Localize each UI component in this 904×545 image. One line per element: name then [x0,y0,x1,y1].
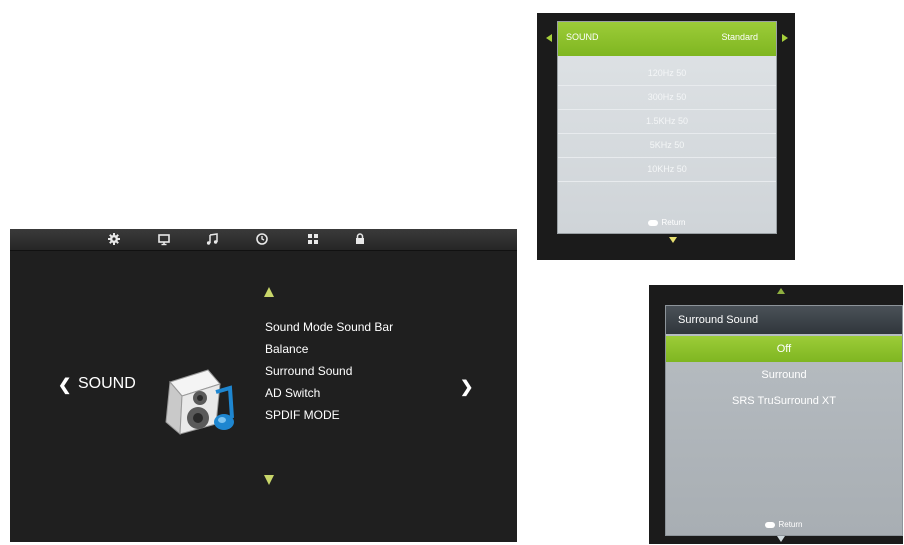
sound-mode-value: Standard [721,32,758,42]
scroll-down-arrow-icon[interactable] [264,475,274,485]
surround-header: Surround Sound [666,306,902,334]
menu-tab-bar [10,229,517,251]
return-hint[interactable]: Return [666,520,902,529]
previous-value-arrow-icon[interactable] [546,34,552,42]
surround-options-box: Surround Sound Off Surround SRS TruSurro… [665,305,903,536]
surround-sound-popup: Surround Sound Off Surround SRS TruSurro… [649,285,903,544]
sound-equalizer-box: SOUND Standard 120Hz 50 300Hz 50 1.5KHz … [557,21,777,234]
sound-mode-label: SOUND [566,32,599,42]
sound-mode-selector[interactable]: SOUND Standard [558,22,776,56]
equalizer-band-5khz[interactable]: 5KHz 50 [558,134,776,158]
monitor-icon[interactable] [157,232,171,246]
scroll-up-arrow-icon[interactable] [264,287,274,297]
sound-mode-popup: SOUND Standard 120Hz 50 300Hz 50 1.5KHz … [537,13,795,260]
return-button-icon [648,219,659,226]
next-value-arrow-icon[interactable] [782,34,788,42]
surround-title: Surround Sound [678,314,759,326]
return-label: Return [778,520,803,529]
menu-item-balance[interactable]: Balance [265,338,393,360]
grid-icon[interactable] [306,232,320,246]
menu-item-spdif-mode[interactable]: SPDIF MODE [265,404,393,426]
speaker-icon [158,360,246,440]
menu-item-ad-switch[interactable]: AD Switch [265,382,393,404]
return-hint[interactable]: Return [558,218,776,227]
equalizer-band-10khz[interactable]: 10KHz 50 [558,158,776,182]
sound-menu-list: Sound Mode Sound Bar Balance Surround So… [265,316,393,426]
surround-option-surround[interactable]: Surround [666,362,902,388]
equalizer-band-300hz[interactable]: 300Hz 50 [558,86,776,110]
scroll-up-arrow-icon[interactable] [777,288,785,294]
surround-option-srs[interactable]: SRS TruSurround XT [666,388,902,414]
lock-icon[interactable] [353,232,367,246]
scroll-down-arrow-icon[interactable] [669,237,677,243]
equalizer-band-1-5khz[interactable]: 1.5KHz 50 [558,110,776,134]
scroll-down-arrow-icon[interactable] [777,536,785,542]
equalizer-band-120hz[interactable]: 120Hz 50 [558,62,776,86]
surround-option-list: Off Surround SRS TruSurround XT [666,336,902,414]
prev-page-arrow-icon[interactable]: ❮ [58,375,71,395]
gear-icon[interactable] [107,232,121,246]
return-button-icon [765,521,776,528]
return-label: Return [661,218,686,227]
menu-item-surround-sound[interactable]: Surround Sound [265,360,393,382]
surround-option-off[interactable]: Off [666,336,902,362]
next-page-arrow-icon[interactable]: ❯ [460,377,473,397]
music-note-icon[interactable] [205,232,219,246]
menu-title: SOUND [78,375,136,392]
clock-icon[interactable] [255,232,269,246]
equalizer-band-list: 120Hz 50 300Hz 50 1.5KHz 50 5KHz 50 10KH… [558,62,776,182]
menu-item-sound-mode[interactable]: Sound Mode Sound Bar [265,316,393,338]
sound-menu-panel: ❮ SOUND Sound Mode Sound Bar Balance Sur… [10,229,517,542]
